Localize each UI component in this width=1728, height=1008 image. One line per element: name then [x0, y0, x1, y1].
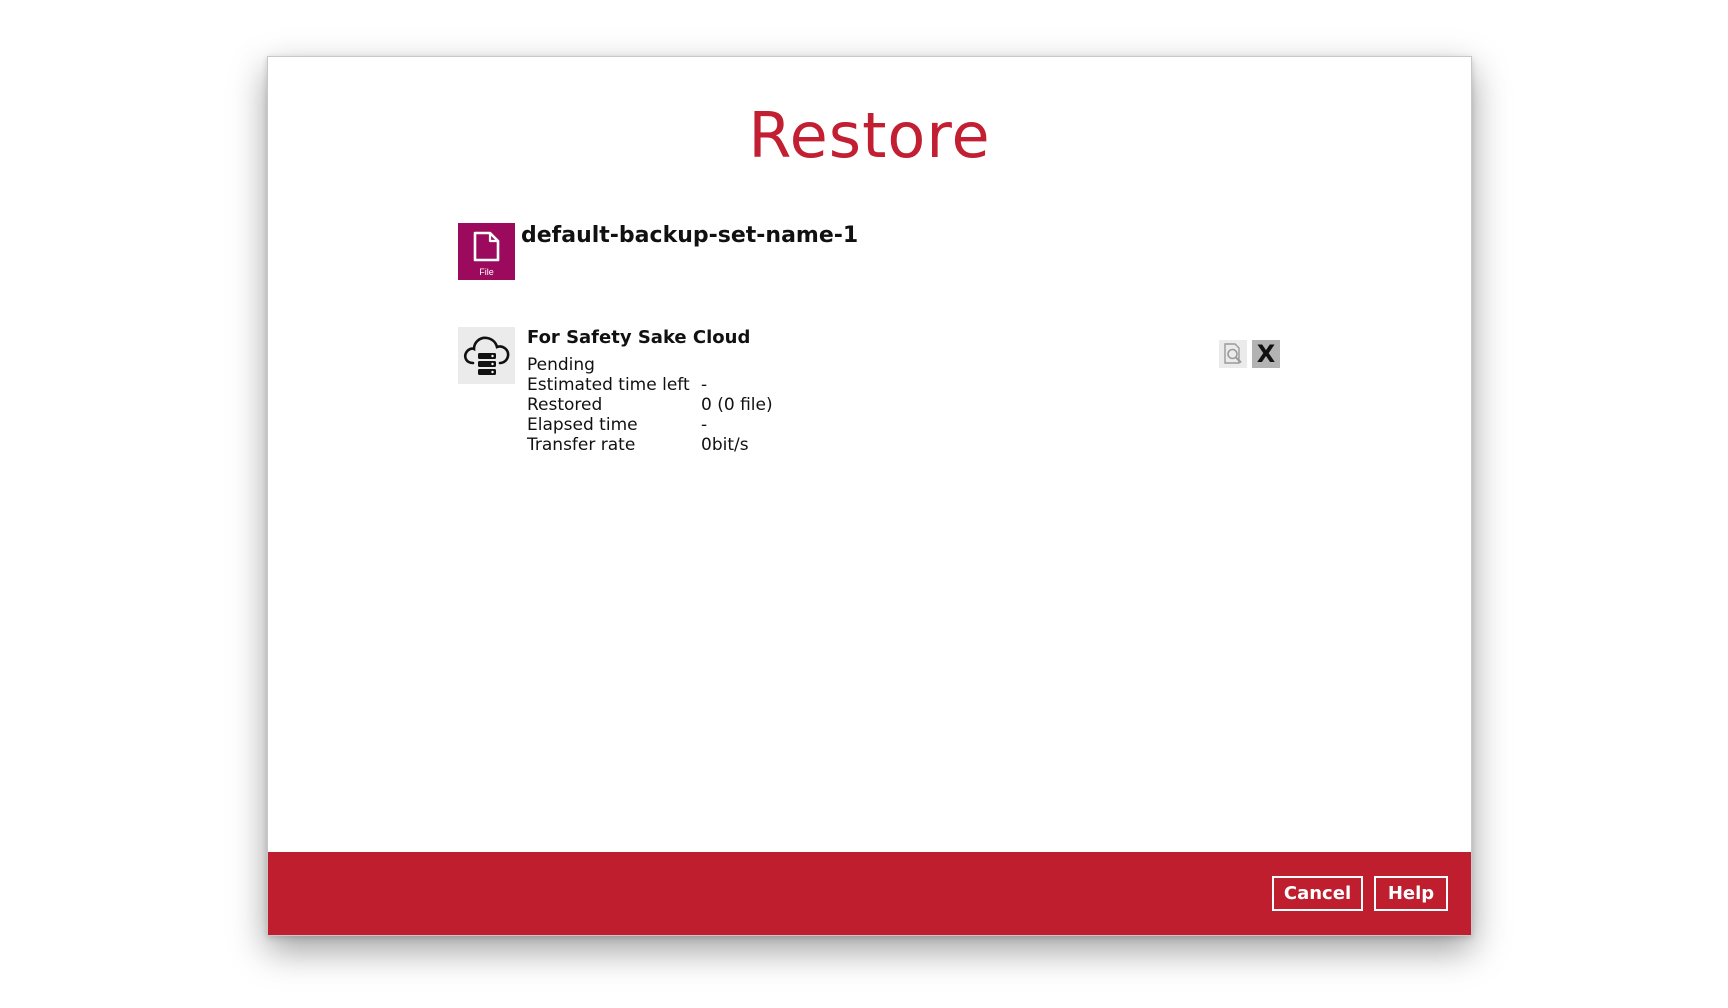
destination-actions: X	[1219, 340, 1280, 368]
detail-value: -	[701, 415, 708, 435]
file-icon: File	[458, 223, 515, 280]
restore-status: Pending	[527, 355, 595, 375]
help-button[interactable]: Help	[1374, 876, 1448, 911]
backup-set-header: File default-backup-set-name-1	[458, 223, 858, 280]
restore-dialog: Restore File default-backup-set-name-1 F…	[267, 56, 1472, 936]
destination-panel: For Safety Sake Cloud Pending Estimated …	[458, 327, 773, 455]
cloud-server-icon	[458, 327, 515, 384]
detail-row-restored: Restored 0 (0 file)	[527, 395, 773, 415]
detail-label: Elapsed time	[527, 415, 638, 435]
backup-set-name: default-backup-set-name-1	[521, 223, 859, 248]
detail-value: 0 (0 file)	[701, 395, 773, 415]
detail-label: Restored	[527, 395, 603, 415]
magnifier-document-icon	[1224, 343, 1242, 364]
footer-buttons: Cancel Help	[1272, 876, 1448, 911]
detail-label: Transfer rate	[527, 435, 636, 455]
view-log-button[interactable]	[1219, 340, 1247, 368]
detail-row-transfer-rate: Transfer rate 0bit/s	[527, 435, 773, 455]
detail-row-estimated-time: Estimated time left -	[527, 375, 773, 395]
file-icon-label: File	[479, 267, 494, 277]
destination-name: For Safety Sake Cloud	[527, 327, 751, 348]
detail-row-elapsed-time: Elapsed time -	[527, 415, 773, 435]
cancel-button[interactable]: Cancel	[1272, 876, 1363, 911]
detail-value: -	[701, 375, 708, 395]
detail-value: 0bit/s	[701, 435, 749, 455]
detail-label: Estimated time left	[527, 375, 690, 395]
destination-info: For Safety Sake Cloud Pending Estimated …	[527, 327, 773, 455]
footer-bar: Cancel Help	[268, 852, 1471, 935]
page-title: Restore	[748, 99, 991, 172]
stop-restore-button[interactable]: X	[1252, 340, 1280, 368]
